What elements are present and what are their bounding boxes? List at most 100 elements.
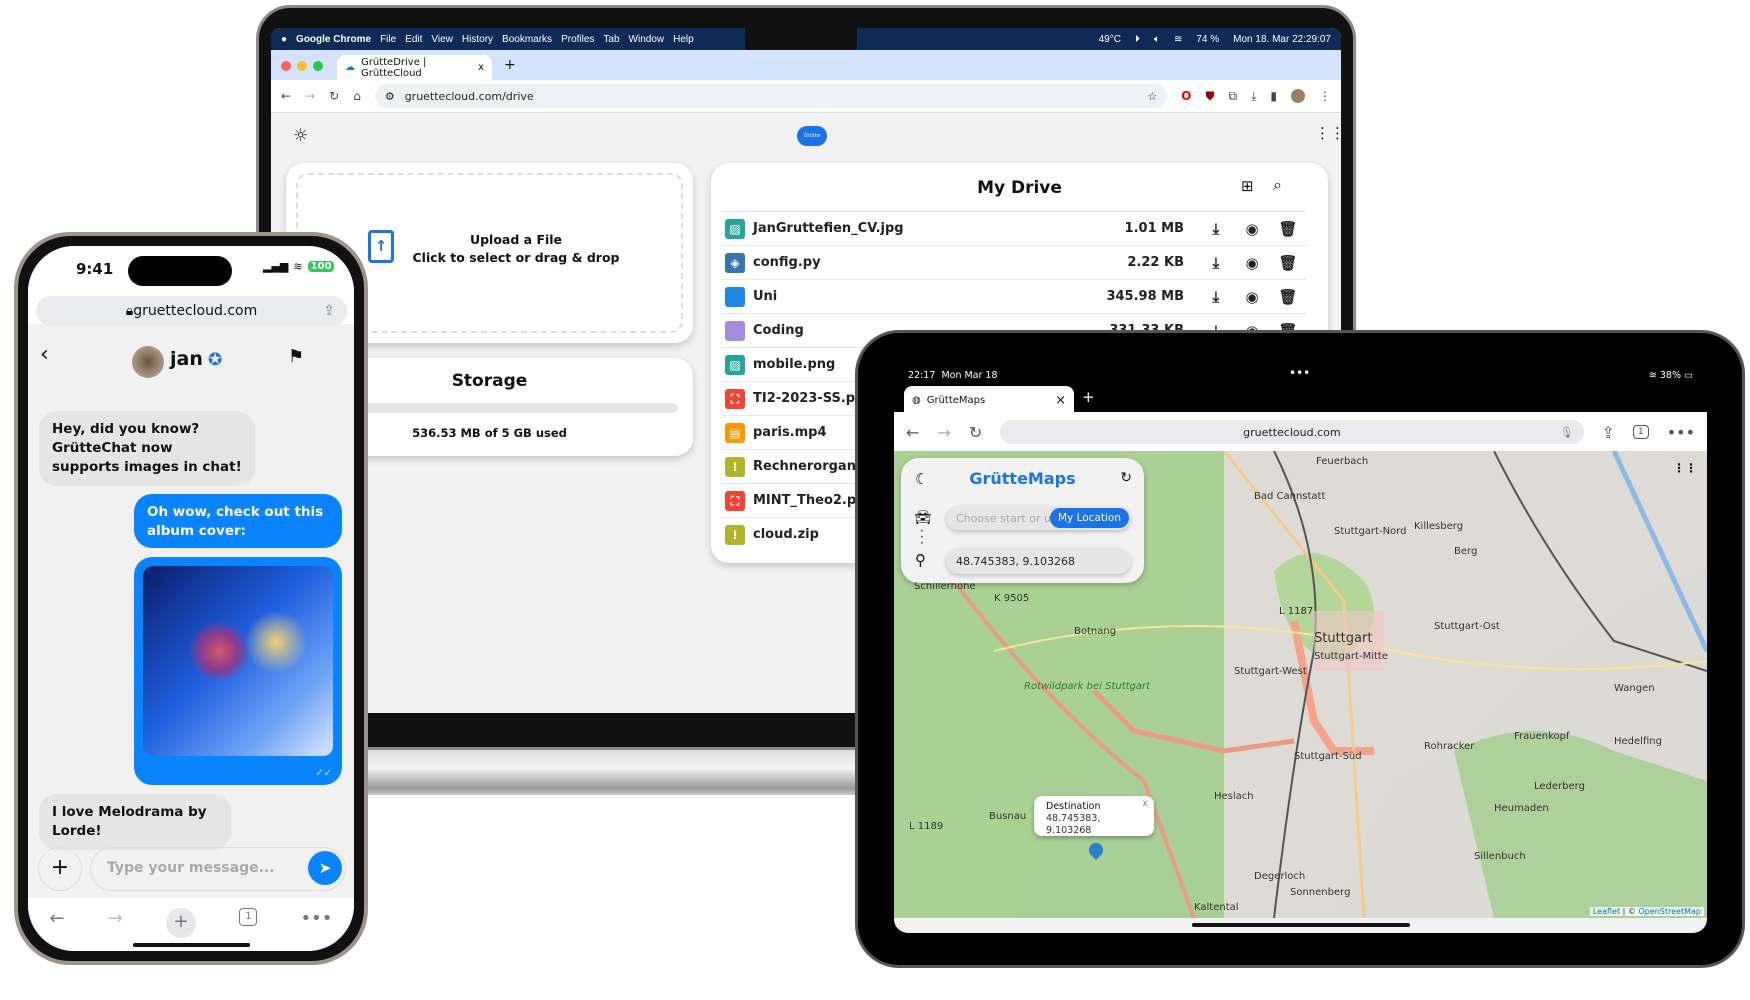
forward-icon[interactable]: →: [305, 89, 315, 103]
url-bar[interactable]: 🔒︎ gruettecloud.com ⇪: [36, 296, 347, 326]
leaflet-link[interactable]: Leaflet: [1593, 907, 1620, 916]
file-name[interactable]: MINT_Theo2.pdf: [753, 493, 871, 508]
close-tab-button[interactable]: x: [478, 62, 484, 73]
album-cover-image[interactable]: [143, 566, 333, 756]
volume-icon[interactable]: 🔈︎: [1154, 34, 1160, 45]
chrome-menu-icon[interactable]: ⋮: [1319, 89, 1331, 103]
send-button[interactable]: ➤: [308, 851, 342, 885]
file-name[interactable]: mobile.png: [753, 357, 835, 372]
layers-grid-icon[interactable]: ⋮⋮: [1673, 461, 1697, 475]
report-flag-icon[interactable]: ⚑: [288, 346, 304, 367]
bookmark-star-icon[interactable]: ☆: [1147, 90, 1157, 103]
maximize-window-button[interactable]: [313, 61, 323, 71]
wifi-icon[interactable]: ≋: [1174, 34, 1182, 45]
menu-edit[interactable]: Edit: [405, 34, 422, 45]
menu-view[interactable]: View: [431, 34, 453, 45]
file-row[interactable]: ▨ JanGruttefien_CV.jpg 1.01 MB ⤓ ◉ 🗑︎: [721, 211, 1306, 245]
destination-input[interactable]: 48.745383, 9.103268: [946, 548, 1131, 574]
battery-text[interactable]: 74 %: [1196, 34, 1219, 45]
file-name[interactable]: config.py: [753, 255, 821, 270]
play-icon[interactable]: ⏵: [1135, 34, 1140, 45]
more-icon[interactable]: •••: [301, 908, 333, 951]
apple-icon[interactable]: ●: [281, 34, 287, 45]
extensions-icon[interactable]: ⧉: [1229, 89, 1238, 104]
file-name[interactable]: TI2-2023-SS.pdf: [753, 391, 870, 406]
preview-eye-icon[interactable]: ◉: [1234, 254, 1270, 272]
refresh-icon[interactable]: ↻: [1120, 470, 1132, 486]
delete-trash-icon[interactable]: 🗑︎: [1270, 220, 1306, 238]
new-tab-button[interactable]: +: [165, 908, 196, 938]
file-name[interactable]: Uni: [753, 289, 777, 304]
theme-sun-icon[interactable]: ☼: [293, 126, 308, 146]
menu-help[interactable]: Help: [673, 34, 694, 45]
back-icon[interactable]: ←: [906, 423, 919, 442]
new-folder-icon[interactable]: ⊞: [1241, 177, 1254, 195]
menu-file[interactable]: File: [380, 34, 396, 45]
opera-extension-icon[interactable]: O: [1181, 89, 1191, 103]
chat-contact-name[interactable]: jan: [170, 348, 203, 370]
preview-eye-icon[interactable]: ◉: [1234, 220, 1270, 238]
share-icon[interactable]: ⇪: [1602, 423, 1615, 442]
file-name[interactable]: paris.mp4: [753, 425, 827, 440]
browser-tab[interactable]: ☁ GrütteDrive | GrütteCloud x: [337, 55, 492, 80]
forward-icon[interactable]: →: [108, 908, 123, 951]
message-image-bubble[interactable]: ◉ ✓✓: [134, 557, 342, 785]
back-icon[interactable]: ←: [50, 908, 65, 951]
delete-trash-icon[interactable]: 🗑︎: [1270, 254, 1306, 272]
minimize-window-button[interactable]: [297, 61, 307, 71]
my-location-button[interactable]: My Location: [1049, 508, 1129, 528]
attach-plus-button[interactable]: +: [38, 847, 82, 891]
share-icon[interactable]: ⇪: [323, 303, 335, 319]
gruettecloud-logo[interactable]: Grütte: [797, 126, 827, 146]
url-text: gruettecloud.com/drive: [404, 89, 534, 103]
file-row[interactable]: ◈ config.py 2.22 KB ⤓ ◉ 🗑︎: [721, 245, 1306, 279]
file-name[interactable]: cloud.zip: [753, 527, 819, 542]
apps-grid-icon[interactable]: ⋮⋮: [1315, 124, 1341, 142]
forward-icon[interactable]: →: [937, 423, 950, 442]
menu-window[interactable]: Window: [629, 34, 665, 45]
more-icon[interactable]: •••: [1667, 423, 1695, 442]
microphone-icon[interactable]: 🎙︎: [1560, 426, 1574, 439]
download-icon[interactable]: ⤓: [1198, 220, 1234, 238]
download-icon[interactable]: ⤓: [1251, 89, 1256, 104]
ipad-browser-tab[interactable]: ◍ GrütteMaps ×: [904, 386, 1074, 414]
home-icon[interactable]: ⌂: [353, 89, 361, 103]
site-settings-icon[interactable]: ⚙: [385, 90, 395, 103]
multitask-dots-icon[interactable]: •••: [1289, 366, 1310, 380]
search-icon[interactable]: ⌕: [1273, 175, 1282, 195]
file-name[interactable]: JanGruttefien_CV.jpg: [753, 221, 904, 236]
close-tab-button[interactable]: ×: [1055, 393, 1066, 408]
map[interactable]: Feuerbach Bad Cannstatt Stuttgart-Nord Berg…: [894, 451, 1707, 918]
reload-icon[interactable]: ↻: [329, 89, 339, 103]
menu-history[interactable]: History: [462, 34, 493, 45]
preview-eye-icon[interactable]: ◉: [1234, 288, 1270, 306]
menu-bookmarks[interactable]: Bookmarks: [502, 34, 552, 45]
reload-icon[interactable]: ↻: [969, 423, 982, 442]
download-icon[interactable]: ⤓: [1198, 288, 1234, 306]
avatar[interactable]: [132, 346, 164, 378]
sidepanel-icon[interactable]: ▮: [1270, 89, 1277, 103]
url-input[interactable]: ⚙ gruettecloud.com/drive ☆: [374, 84, 1168, 108]
tabs-button[interactable]: 1: [239, 908, 258, 926]
url-input[interactable]: gruettecloud.com 🎙︎: [1000, 420, 1584, 444]
message-input[interactable]: Type your message... ➤: [90, 847, 346, 891]
file-name[interactable]: Coding: [753, 323, 804, 338]
ublock-extension-icon[interactable]: ⛊: [1205, 89, 1214, 104]
file-row[interactable]: Uni 345.98 MB ⤓ ◉ 🗑︎: [721, 279, 1306, 313]
start-input[interactable]: Choose start or use My Location: [946, 506, 1131, 530]
back-icon[interactable]: ←: [281, 89, 291, 103]
back-chevron-icon[interactable]: ‹: [40, 342, 49, 367]
menu-tab[interactable]: Tab: [603, 34, 619, 45]
menu-profiles[interactable]: Profiles: [561, 34, 594, 45]
tabs-button[interactable]: 1: [1632, 425, 1649, 439]
datetime[interactable]: Mon 18. Mar 22:29:07: [1233, 34, 1331, 45]
menu-app[interactable]: Google Chrome: [296, 34, 371, 45]
delete-trash-icon[interactable]: 🗑︎: [1270, 288, 1306, 306]
new-tab-button[interactable]: +: [1082, 388, 1095, 406]
close-window-button[interactable]: [281, 61, 291, 71]
profile-avatar[interactable]: [1291, 89, 1305, 103]
new-tab-button[interactable]: +: [504, 57, 516, 73]
popup-close-button[interactable]: x: [1142, 798, 1148, 810]
osm-link[interactable]: OpenStreetMap: [1638, 907, 1701, 916]
download-icon[interactable]: ⤓: [1198, 254, 1234, 272]
